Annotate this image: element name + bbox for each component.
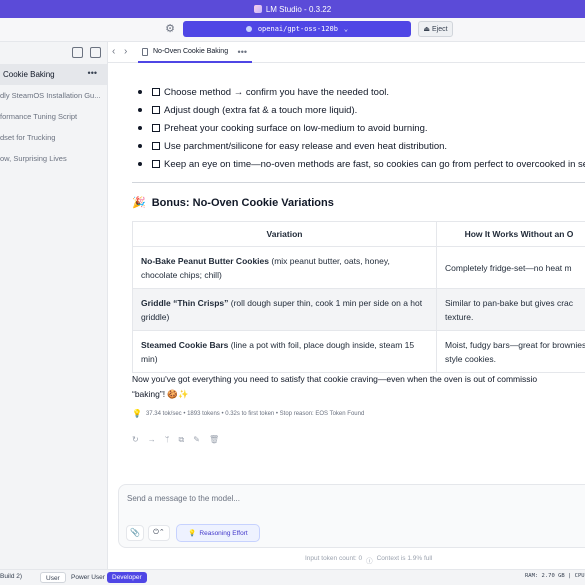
token-count: Input token count: 0 [305,555,363,562]
section-heading: 🎉 Bonus: No-Oven Cookie Variations [132,196,334,210]
message-composer[interactable]: Send a message to the model... 📎 ⏻⌃ 💡 Re… [118,484,585,548]
eject-button[interactable]: ⏏ Eject [418,21,453,37]
model-icon [245,26,252,32]
lightbulb-icon: 💡 [188,530,197,537]
sidebar-item-steamos[interactable]: dly SteamOS Installation Gu... [0,85,107,106]
delete-icon[interactable]: 🗑 [209,435,219,445]
closing-paragraph: Now you've got everything you need to sa… [132,374,538,399]
tab-bar: ‹ › No-Oven Cookie Baking ••• [108,42,585,63]
checkbox-icon [152,142,160,150]
plugin-icon[interactable]: ⏻⌃ [148,525,170,541]
generation-stats: 💡 37.34 tok/sec • 1893 tokens • 0.32s to… [132,409,365,418]
mode-developer-button[interactable]: Developer [107,572,147,583]
chat-icon [142,47,148,56]
new-folder-icon[interactable] [72,47,83,58]
divider [132,182,585,183]
context-usage: Context is 1.9% full [376,555,433,562]
build-label: Build 2) [0,573,23,580]
window-titlebar: LM Studio - 0.3.22 [0,0,585,18]
app-logo-icon [253,5,262,13]
tab-more-icon[interactable]: ••• [238,47,247,57]
checkbox-icon [152,160,160,168]
message-input[interactable]: Send a message to the model... [127,494,240,503]
sidebar-item-label: dset for Trucking [0,133,56,142]
sidebar-item-trucking[interactable]: dset for Trucking [0,127,107,148]
table-header-row: Variation How It Works Without an O [132,221,585,247]
column-header: How It Works Without an O [436,221,585,247]
checkbox-icon [152,88,160,96]
regenerate-icon[interactable]: ↻ [132,435,139,445]
sidebar-item-surprising-lives[interactable]: ow, Surprising Lives [0,148,107,169]
tab-label: No-Oven Cookie Baking [153,48,229,55]
sidebar-item-label: Cookie Baking [3,70,55,79]
checkbox-icon [152,124,160,132]
eject-label: Eject [432,25,448,33]
model-name: openai/gpt-oss-120b [257,25,338,33]
variation-how: Completely fridge-set—no heat m [436,246,585,289]
attach-icon[interactable]: 📎 [126,525,144,541]
top-toolbar: ⚙ openai/gpt-oss-120b ⌄ ⏏ Eject [0,18,585,42]
sidebar-item-label: ow, Surprising Lives [0,154,67,163]
variation-how: Similar to pan-bake but gives crac textu… [436,288,585,331]
edit-icon[interactable]: ✎ [193,435,200,445]
message-actions: ↻ → ᛘ ⧉ ✎ 🗑 [132,435,219,445]
chat-sidebar: Cookie Baking ••• dly SteamOS Installati… [0,42,108,569]
model-selector[interactable]: openai/gpt-oss-120b ⌄ [183,21,411,37]
status-bar: Build 2) User Power User Developer RAM: … [0,569,585,585]
info-icon: ⓘ [366,558,373,565]
reasoning-effort-button[interactable]: 💡 Reasoning Effort [176,524,260,542]
mode-user-button[interactable]: User [40,572,66,583]
list-item: Use parchment/silicone for easy release … [138,137,585,155]
continue-icon[interactable]: → [148,435,156,445]
table-row: No-Bake Peanut Butter Cookies (mix peanu… [132,246,585,289]
variations-table: Variation How It Works Without an O No-B… [132,221,585,373]
list-item: Keep an eye on time—no-oven methods are … [138,155,585,173]
window-title: LM Studio - 0.3.22 [265,4,332,14]
variation-name: Steamed Cookie Bars [141,339,229,350]
sidebar-toolbar [0,42,107,64]
sidebar-item-cookie-baking[interactable]: Cookie Baking ••• [0,64,107,85]
copy-icon[interactable]: ⧉ [179,435,185,445]
chevron-down-icon: ⌄ [343,25,349,33]
variation-how: Moist, fudgy bars—great for brownies-sty… [436,330,585,373]
mode-power-user-button[interactable]: Power User [66,572,110,583]
chat-area: Choose method → confirm you have the nee… [108,63,585,569]
chevron-left-icon[interactable]: ‹ [112,46,115,57]
tab-no-oven-cookie-baking[interactable]: No-Oven Cookie Baking ••• [138,42,252,63]
checklist: Choose method → confirm you have the nee… [138,83,585,173]
sidebar-item-label: formance Tuning Script [0,112,78,121]
party-popper-icon: 🎉 [132,197,146,209]
table-row: Steamed Cookie Bars (line a pot with foi… [132,330,585,373]
checkbox-icon [152,106,160,114]
more-options-icon[interactable]: ••• [88,68,97,78]
list-item: Choose method → confirm you have the nee… [138,83,585,101]
table-row: Griddle “Thin Crisps” (roll dough super … [132,288,585,331]
resource-monitor: RAM: 2.70 GB | CPU [525,573,585,579]
sidebar-item-tuning-script[interactable]: formance Tuning Script [0,106,107,127]
gear-icon[interactable]: ⚙ [164,23,176,35]
branch-icon[interactable]: ᛘ [165,435,170,445]
chevron-right-icon[interactable]: › [124,46,127,57]
list-item: Adjust dough (extra fat & a touch more l… [138,101,585,119]
list-item: Preheat your cooking surface on low-medi… [138,119,585,137]
sidebar-item-label: dly SteamOS Installation Gu... [0,91,101,100]
lightbulb-icon: 💡 [132,409,142,418]
eject-icon: ⏏ [423,26,431,33]
token-info: Input token count: 0 ⓘ Context is 1.9% f… [305,555,432,565]
new-chat-icon[interactable] [90,47,101,58]
chat-list: Cookie Baking ••• dly SteamOS Installati… [0,64,107,169]
variation-name: Griddle “Thin Crisps” [141,297,229,308]
variation-name: No-Bake Peanut Butter Cookies [141,255,269,266]
column-header: Variation [132,221,437,247]
